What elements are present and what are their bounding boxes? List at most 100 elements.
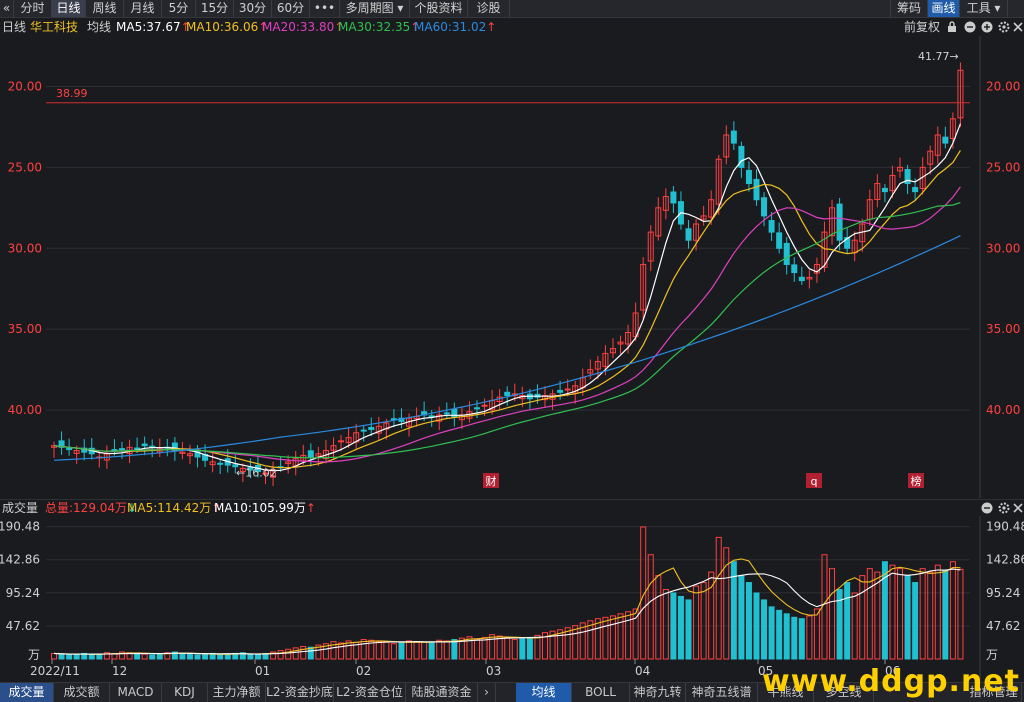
settings-icon[interactable] [998,21,1010,33]
period-tab[interactable]: 周线 [86,0,124,17]
candle [912,187,919,193]
stock-name[interactable]: 华工科技 [30,18,78,36]
period-tab[interactable]: 30分 [234,0,272,17]
y-tick-label-left: 30.00 [8,241,42,255]
volume-bar [156,652,163,660]
period-tab[interactable]: ••• [310,0,340,17]
volume-bar [889,564,896,660]
volume-title[interactable]: 成交量 [2,500,38,517]
draw-line-button[interactable]: 画线 [928,0,960,17]
volume-bar [217,654,224,660]
vol-settings-icon[interactable] [998,502,1010,514]
period-tab[interactable]: 5分 [162,0,196,17]
volume-bar [693,585,700,660]
candle [474,407,481,410]
candle [307,450,314,458]
rights-adjust-button[interactable]: 前复权 [904,18,940,36]
x-tick-label: 04 [635,664,650,678]
volume-bar [413,641,420,660]
vol-zoom-out-icon[interactable] [981,502,993,514]
period-tab[interactable]: 日线 [52,0,86,17]
candle [368,426,375,431]
vol-tick-left: 95.24 [6,586,40,600]
indicator-tab[interactable]: 成交额 [54,683,110,702]
overlay-tab[interactable]: 神奇九转 [630,683,686,702]
x-tick-label: 02 [356,664,371,678]
volume-chart[interactable]: 47.62 47.62 95.24 95.24 142.86 142.86 190.48 19… [0,516,1024,682]
y-tick-label-right: 25.00 [986,160,1020,174]
indicator-tab[interactable]: › [478,683,496,702]
candle [776,232,783,249]
tools-menu-button[interactable]: 工具 ▾ [960,0,1008,17]
candle [670,191,677,204]
period-tab[interactable]: 月线 [124,0,162,17]
candle [942,136,949,144]
period-tab[interactable]: 15分 [196,0,234,17]
indicator-tab[interactable]: L2-资金仓位 [334,683,406,702]
volume-bar [927,571,934,660]
indicator-tab[interactable]: L2-资金抄底 [266,683,334,702]
volume-bar [798,618,805,660]
candle [134,447,141,450]
back-icon[interactable]: « [0,0,14,17]
overlay-tab[interactable]: 神奇五线谱 [686,683,758,702]
period-tab[interactable]: 60分 [272,0,310,17]
volume-bar [338,642,345,660]
volume-ma5: MA5:114.42万↑ [127,501,222,515]
period-tab[interactable]: 分时 [14,0,52,17]
chip-button[interactable]: 筹码 [890,0,928,17]
candle [685,228,692,241]
period-tab[interactable]: 诊股 [468,0,510,17]
volume-bar [821,554,828,660]
ma5-line [53,123,961,472]
lock-icon[interactable] [946,21,958,33]
volume-bar [761,599,768,660]
period-tab[interactable]: 个股资料 [410,0,468,17]
volume-bar [375,641,382,660]
overlay-tab[interactable]: BOLL [572,683,630,702]
close-icon[interactable] [1012,21,1024,33]
ma30-value: MA30:32.35↑ [338,20,421,34]
zoom-in-icon[interactable] [981,21,993,33]
indicator-tab[interactable]: 陆股通资金 [406,683,478,702]
candle [66,448,73,451]
candle [798,276,805,282]
candle [443,412,450,415]
ma10-value: MA10:36.06↑ [186,20,269,34]
y-tick-label-left: 40.00 [8,403,42,417]
volume-bar [186,653,193,660]
vol-unit-left: 万 [28,648,40,662]
indicator-info-bar: 日线 华工科技 均线 MA5:37.67↑ MA10:36.06↑ MA20:3… [0,18,1024,36]
avg-label[interactable]: 均线 [87,18,111,36]
period-tab[interactable]: 多周期图 ▾ [340,0,410,17]
candle [745,169,752,185]
vol-tick-left: 142.86 [0,553,40,567]
volume-bar [73,653,80,660]
volume-bar [912,582,919,660]
volume-bar [526,636,533,660]
candle [141,443,148,447]
volume-bar [919,568,926,660]
volume-bar [443,640,450,660]
volume-bar [511,639,518,660]
volume-bar [859,575,866,660]
overlay-tab[interactable]: 均线 [516,683,572,702]
indicator-tab[interactable]: 成交量 [0,683,54,702]
volume-bar [844,582,851,660]
volume-bar [66,654,73,660]
volume-bar [421,641,428,660]
event-marker: 榜 [911,474,922,488]
volume-bar [791,616,798,660]
y-tick-label-left: 35.00 [8,322,42,336]
indicator-tab[interactable]: MACD [110,683,162,702]
volume-bar [897,568,904,660]
zoom-out-icon[interactable] [964,21,976,33]
vol-close-icon[interactable] [1012,502,1024,514]
indicator-tab[interactable]: KDJ [162,683,208,702]
price-chart[interactable]: 40.00 40.00 35.00 35.00 30.00 30.00 25.00 25.00… [0,36,1024,498]
volume-bar [481,636,488,660]
volume-bar [753,592,760,660]
volume-bar [141,653,148,660]
indicator-tab[interactable]: 主力净额 [208,683,266,702]
volume-bar [247,653,254,660]
